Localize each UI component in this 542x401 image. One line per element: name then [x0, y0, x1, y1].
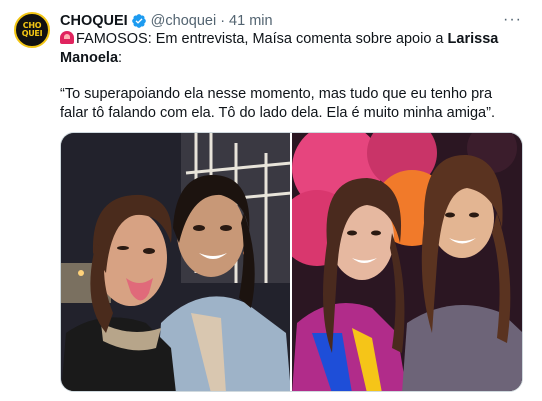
author-handle[interactable]: @choquei	[151, 13, 217, 29]
tweet-quote: “To superapoiando ela nesse momento, mas…	[60, 86, 495, 121]
media-grid	[60, 132, 523, 392]
tweet-text: FAMOSOS: Em entrevista, Maísa comenta so…	[60, 30, 530, 68]
separator: ·	[220, 13, 226, 29]
siren-icon	[60, 31, 74, 44]
tweet-text-suffix: :	[118, 50, 123, 66]
author-name[interactable]: CHOQUEI	[60, 13, 128, 29]
avatar[interactable]: CHO QUEI	[14, 12, 50, 48]
tweet-header: CHOQUEI @choquei · 41 min	[60, 12, 273, 30]
photo-left-illustration	[61, 133, 290, 391]
photo-right-illustration	[292, 133, 522, 391]
more-icon[interactable]: ···	[503, 12, 522, 28]
photo-left[interactable]	[61, 133, 290, 391]
tweet-text-prefix: FAMOSOS: Em entrevista, Maísa comenta so…	[76, 31, 448, 47]
timestamp[interactable]: 41 min	[229, 13, 273, 29]
photo-right[interactable]	[292, 133, 522, 391]
verified-badge-icon	[131, 14, 146, 28]
avatar-text-bottom: QUEI	[21, 29, 43, 38]
